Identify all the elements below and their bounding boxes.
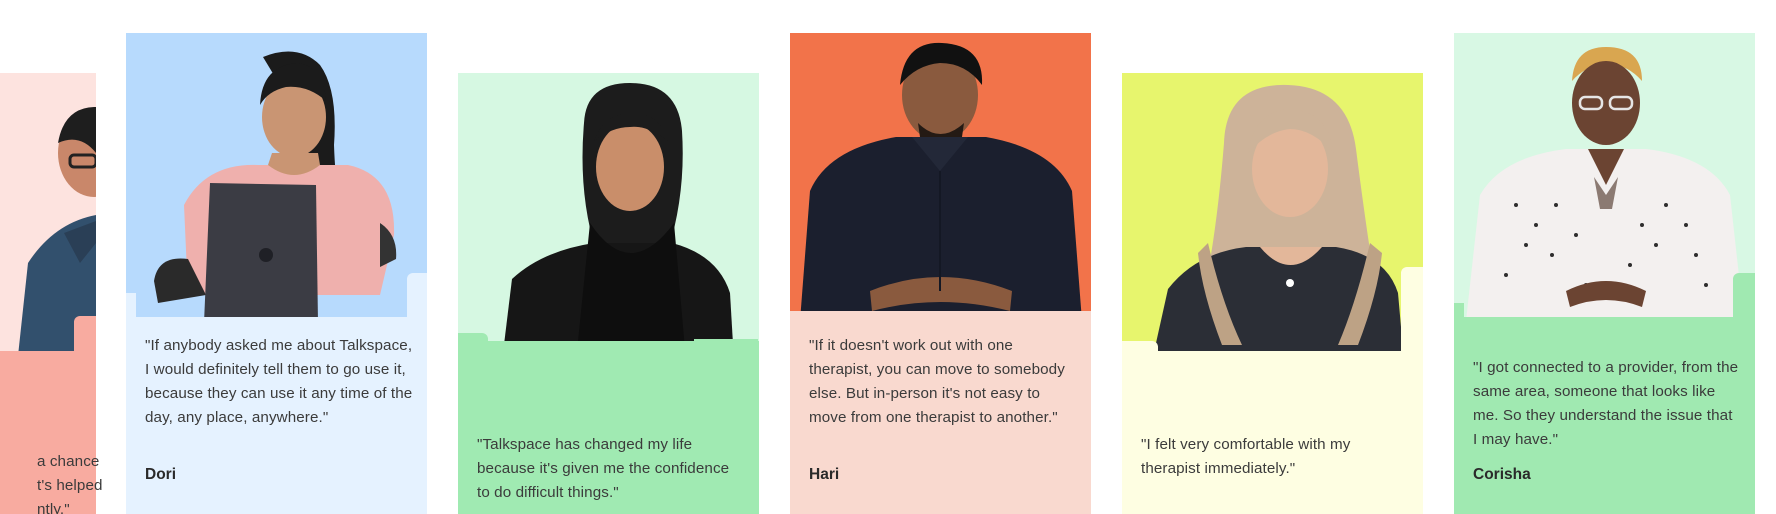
quote-panel: "If anybody asked me about Talkspace, I … xyxy=(126,273,427,514)
testimonial-card: "Talkspace has changed my life because i… xyxy=(458,73,759,514)
person-illustration xyxy=(1152,84,1404,361)
testimonial-author: Corisha xyxy=(1473,466,1531,483)
quote-line: ntly." xyxy=(37,501,70,514)
testimonial-card: "I got connected to a provider, from the… xyxy=(1454,33,1755,514)
testimonial-card: "If it doesn't work out with one therapi… xyxy=(790,33,1091,514)
testimonial-quote: a chance t's helped ntly." xyxy=(37,450,117,514)
testimonial-quote: "If it doesn't work out with one therapi… xyxy=(809,337,1065,426)
testimonial-author: Dori xyxy=(145,466,176,483)
testimonial-quote: "I got connected to a provider, from the… xyxy=(1473,359,1739,448)
quote-line: t's helped xyxy=(37,477,103,494)
testimonial-author: Hari xyxy=(809,466,840,483)
quote-panel: "I felt very comfortable with my therapi… xyxy=(1122,267,1423,514)
testimonial-card: "I felt very comfortable with my therapi… xyxy=(1122,73,1423,514)
quote-panel: "I got connected to a provider, from the… xyxy=(1454,273,1755,514)
person-illustration xyxy=(502,83,734,361)
quote-panel: "If it doesn't work out with one therapi… xyxy=(790,311,1091,514)
person-illustration xyxy=(1466,47,1744,321)
person-illustration xyxy=(800,42,1082,321)
quote-line: a chance xyxy=(37,453,100,470)
testimonial-quote: "I felt very comfortable with my therapi… xyxy=(1141,436,1351,477)
testimonial-card: a chance t's helped ntly." xyxy=(0,73,102,514)
testimonial-quote: "Talkspace has changed my life because i… xyxy=(477,436,730,501)
person-illustration xyxy=(154,51,397,323)
quote-panel: "Talkspace has changed my life because i… xyxy=(458,333,759,514)
testimonial-card: "If anybody asked me about Talkspace, I … xyxy=(126,33,427,514)
testimonial-quote: "If anybody asked me about Talkspace, I … xyxy=(145,337,413,426)
testimonial-carousel: a chance t's helped ntly." "If anybody a… xyxy=(0,0,1776,514)
quote-panel: a chance t's helped ntly." xyxy=(0,316,102,514)
